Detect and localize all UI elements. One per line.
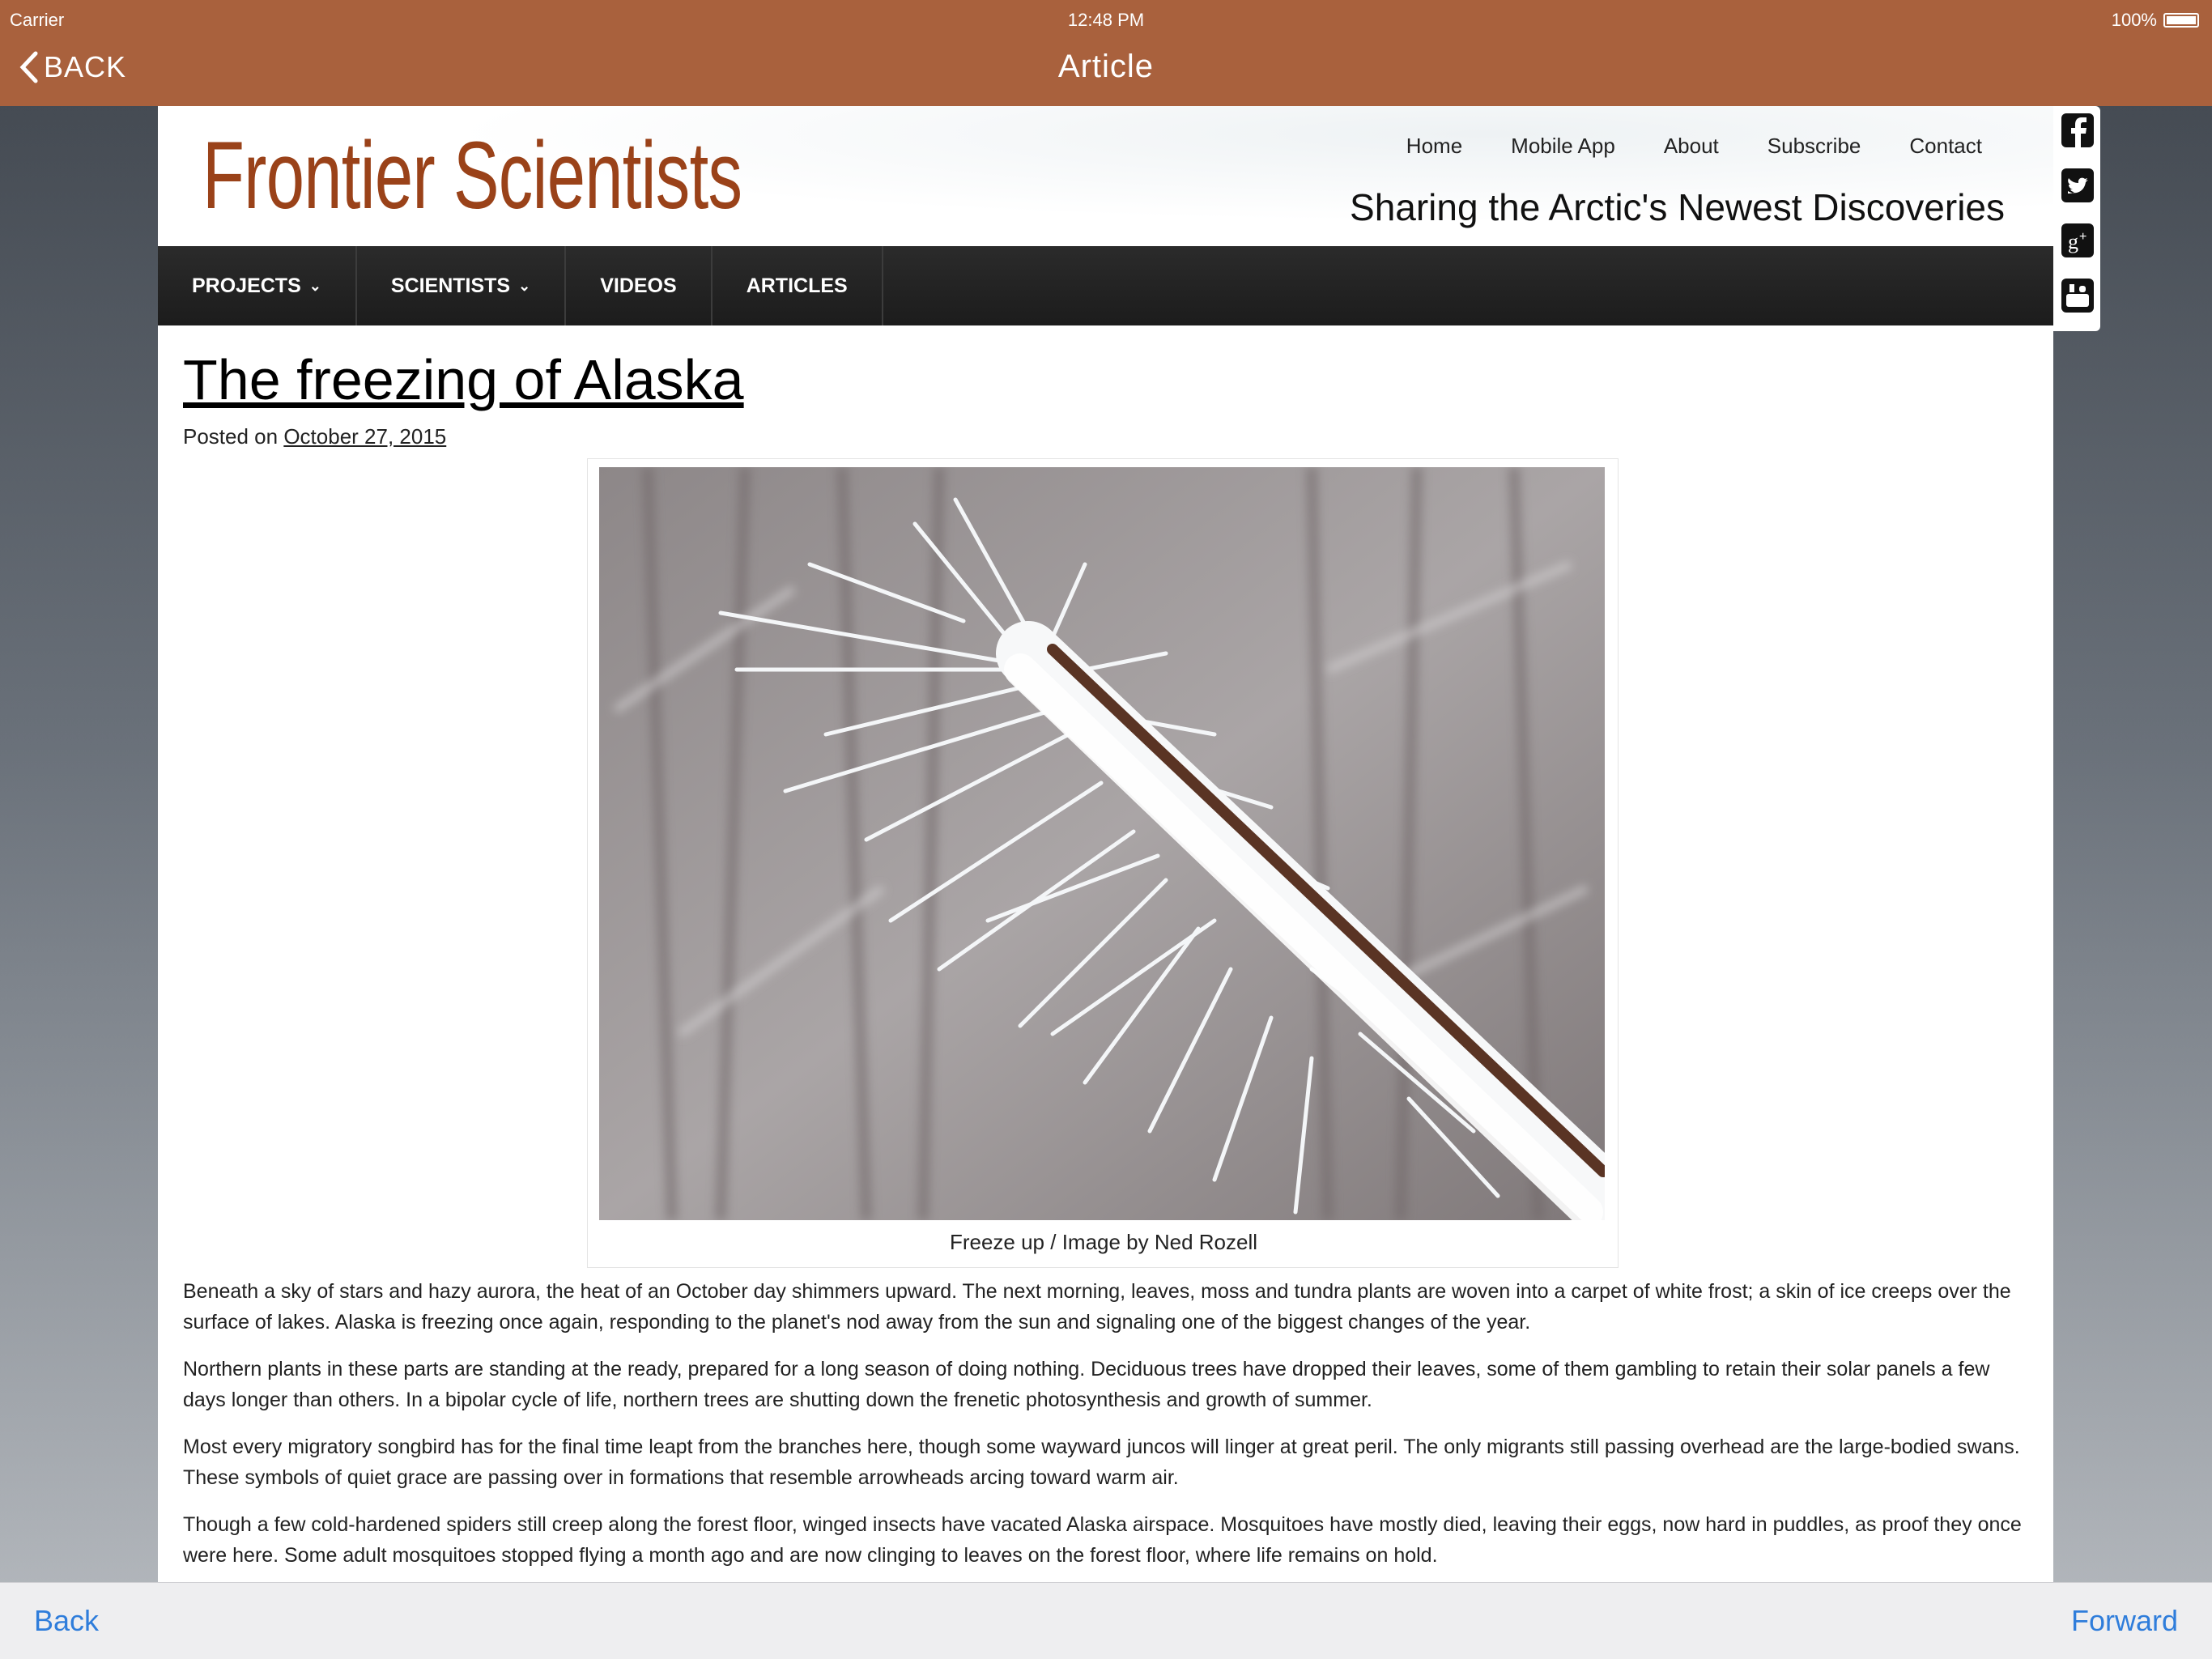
toolbar-forward-button[interactable]: Forward <box>2071 1604 2178 1638</box>
battery-percent: 100% <box>2111 10 2157 30</box>
posted-prefix: Posted on <box>183 424 279 449</box>
top-link-contact[interactable]: Contact <box>1909 134 1982 159</box>
top-link-mobile-app[interactable]: Mobile App <box>1511 134 1615 159</box>
site-tagline: Sharing the Arctic's Newest Discoveries <box>1350 186 2005 228</box>
posted-date-line: Posted on October 27, 2015 <box>183 424 446 449</box>
bottom-toolbar: Back Forward <box>0 1582 2212 1659</box>
battery-indicator: 100% <box>2112 10 2199 31</box>
chevron-down-icon: ⌄ <box>308 277 321 294</box>
nav-item-label: PROJECTS <box>192 274 301 297</box>
toolbar-back-button[interactable]: Back <box>34 1604 99 1638</box>
top-link-home[interactable]: Home <box>1406 134 1462 159</box>
article-title[interactable]: The freezing of Alaska <box>183 347 744 412</box>
clock: 12:48 PM <box>1067 10 1145 30</box>
image-caption: Freeze up / Image by Ned Rozell <box>949 1230 1258 1254</box>
facebook-icon[interactable] <box>2060 111 2095 150</box>
article-figure: Freeze up / Image by Ned Rozell <box>587 458 1619 1268</box>
svg-text:+: + <box>2079 230 2087 244</box>
nav-item-label: SCIENTISTS <box>390 274 511 297</box>
main-nav: PROJECTS ⌄ SCIENTISTS ⌄ VIDEOS ARTICLES <box>158 246 2053 325</box>
posted-date-link[interactable]: October 27, 2015 <box>283 424 446 449</box>
nav-item-label: VIDEOS <box>600 274 677 297</box>
article-photo <box>599 467 1605 1220</box>
app-nav-bar: Carrier 12:48 PM 100% BACK Article <box>0 0 2212 106</box>
nav-item-scientists[interactable]: SCIENTISTS ⌄ <box>357 246 567 325</box>
article-body: Beneath a sky of stars and hazy aurora, … <box>183 1276 2025 1582</box>
article-paragraph: Most every migratory songbird has for th… <box>183 1436 2020 1489</box>
nav-title: Article <box>1057 49 1155 84</box>
top-link-subscribe[interactable]: Subscribe <box>1767 134 1861 159</box>
nav-item-videos[interactable]: VIDEOS <box>566 246 713 325</box>
article-paragraph: Though a few cold-hardened spiders still… <box>183 1513 2022 1567</box>
twitter-icon[interactable] <box>2060 166 2095 205</box>
status-bar: Carrier 12:48 PM 100% <box>0 0 2212 37</box>
site-header: Frontier Scientists Home Mobile App Abou… <box>158 106 2053 246</box>
battery-icon <box>2163 13 2199 28</box>
article-paragraph: Beneath a sky of stars and hazy aurora, … <box>183 1280 2011 1334</box>
youtube-icon[interactable] <box>2060 276 2095 315</box>
nav-item-label: ARTICLES <box>746 274 848 297</box>
top-links: Home Mobile App About Subscribe Contact <box>1406 134 1982 159</box>
frost-branch-image <box>599 467 1605 1220</box>
nav-item-projects[interactable]: PROJECTS ⌄ <box>158 246 357 325</box>
svg-text:g: g <box>2068 230 2078 253</box>
article-paragraph: Northern plants in these parts are stand… <box>183 1358 1990 1411</box>
top-link-about[interactable]: About <box>1664 134 1719 159</box>
google-plus-icon[interactable]: g + <box>2060 221 2095 260</box>
site-logo[interactable]: Frontier Scientists <box>202 123 742 229</box>
chevron-down-icon: ⌄ <box>518 277 531 294</box>
web-page: Frontier Scientists Home Mobile App Abou… <box>158 106 2053 1582</box>
nav-item-articles[interactable]: ARTICLES <box>713 246 883 325</box>
share-sidebar: g + <box>2053 106 2100 331</box>
